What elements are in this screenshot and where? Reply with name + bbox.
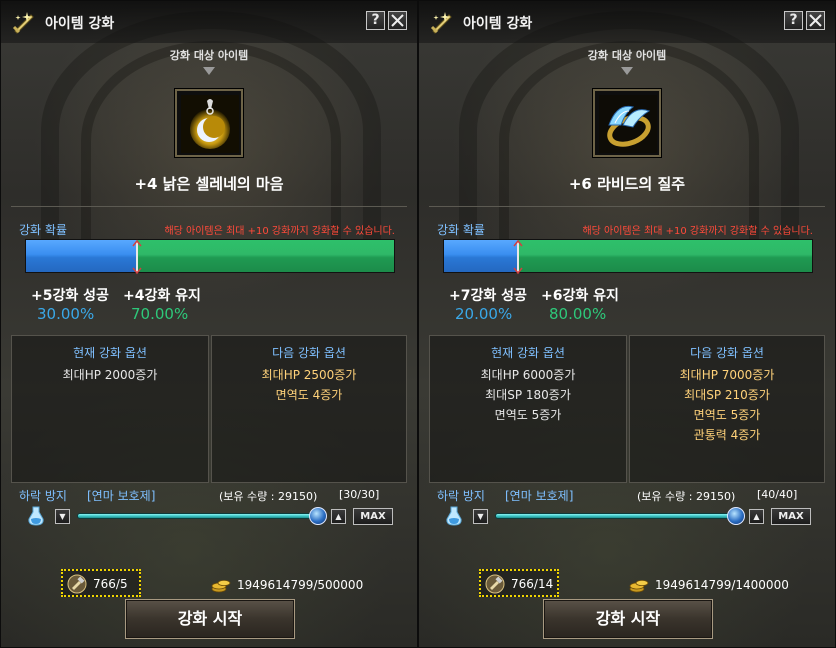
next-options-box: 다음 강화 옵션 최대HP 2500증가 면역도 4증가 [211,335,407,483]
next-option-line: 면역도 5증가 [693,408,761,422]
item-name: +4 낡은 셀레네의 마음 [134,175,284,193]
next-option-line: 면역도 4증가 [275,388,343,402]
zeny-text: 1949614799/1400000 [655,578,789,592]
current-option-line: 최대HP 6000증가 [480,368,576,382]
slider-handle[interactable] [727,507,745,525]
hammer-coupon-icon [67,574,87,594]
title-bar[interactable]: 아이템 강화 ? [419,1,835,43]
zeny-text: 1949614799/500000 [237,578,364,592]
keep-percent: 80.00% [549,305,607,323]
window-title: 아이템 강화 [463,16,533,32]
success-percent: 30.00% [37,305,95,323]
current-option-line: 최대HP 2000증가 [62,368,158,382]
help-button[interactable]: ? [366,11,385,30]
hammer-coupon-icon [485,574,505,594]
cost-display: 766/5 [61,569,141,597]
success-label: +5강화 성공 [31,288,109,304]
rate-label: 강화 확률 [19,223,67,237]
use-count: [30/30] [339,488,380,501]
current-options-title: 현재 강화 옵션 [491,346,565,360]
keep-label: +4강화 유지 [123,288,201,304]
protect-label: 하락 방지 [437,489,485,503]
wing-ring-item-icon [599,95,657,153]
close-button[interactable] [388,11,407,30]
arrow-down-icon: ▼ [477,512,484,521]
start-enchant-button[interactable]: 강화 시작 [543,599,713,639]
zeny-coins-icon [211,580,231,593]
protect-item-name: [연마 보호제] [505,489,574,503]
decrease-button[interactable]: ▼ [55,509,70,524]
increase-button[interactable]: ▲ [749,509,764,524]
success-fill [444,240,518,272]
use-count: [40/40] [757,488,798,501]
protect-label: 하락 방지 [19,489,67,503]
close-button[interactable] [806,11,825,30]
arrow-up-icon: ▲ [753,512,760,521]
slider-handle[interactable] [309,507,327,525]
next-options-box: 다음 강화 옵션 최대HP 7000증가 최대SP 210증가 면역도 5증가 … [629,335,825,483]
rate-warning: 해당 아이템은 최대 +10 강화까지 강화할 수 있습니다. [582,226,813,237]
close-icon [809,14,822,27]
rate-bar [443,239,813,273]
held-quantity: (보유 수량 : 29150) [219,490,318,503]
next-options-title: 다음 강화 옵션 [272,346,346,360]
target-item-label: 강화 대상 아이템 [169,49,249,62]
current-options-box: 현재 강화 옵션 최대HP 2000증가 [11,335,209,483]
keep-label: +6강화 유지 [541,288,619,304]
down-arrow-indicator [621,67,633,75]
arrow-down-icon: ▼ [59,512,66,521]
protect-amount-slider[interactable] [77,513,323,519]
next-option-line: 관통력 4증가 [693,428,761,442]
success-fill [26,240,137,272]
title-bar[interactable]: 아이템 강화 ? [1,1,417,43]
rate-divider-marker [513,239,523,275]
rate-label: 강화 확률 [437,223,485,237]
rate-bar [25,239,395,273]
current-options-box: 현재 강화 옵션 최대HP 6000증가 최대SP 180증가 면역도 5증가 [429,335,627,483]
success-percent: 20.00% [455,305,513,323]
next-option-line: 최대HP 7000증가 [679,368,775,382]
next-option-line: 최대HP 2500증가 [261,368,357,382]
start-enchant-button[interactable]: 강화 시작 [125,599,295,639]
potion-icon[interactable] [443,505,465,527]
target-item-slot[interactable] [175,89,243,157]
protect-item-name: [연마 보호제] [87,489,156,503]
enchant-window-right: 아이템 강화 ? 강화 대상 아이템 +6 라비드의 질주 강화 확률 해당 아… [418,0,836,648]
rate-warning: 해당 아이템은 최대 +10 강화까지 강화할 수 있습니다. [164,226,395,237]
current-option-line: 최대SP 180증가 [485,388,571,402]
moon-pendant-item-icon [181,95,239,153]
window-title: 아이템 강화 [45,16,115,32]
cost-display: 766/14 [479,569,559,597]
close-icon [391,14,404,27]
potion-icon[interactable] [25,505,47,527]
target-item-slot[interactable] [593,89,661,157]
rate-divider-marker [132,239,142,275]
target-item-label: 강화 대상 아이템 [587,49,667,62]
increase-button[interactable]: ▲ [331,509,346,524]
next-options-title: 다음 강화 옵션 [690,346,764,360]
max-button[interactable]: MAX [353,508,393,525]
decrease-button[interactable]: ▼ [473,509,488,524]
arrow-up-icon: ▲ [335,512,342,521]
cost-text: 766/14 [511,577,554,591]
keep-percent: 70.00% [131,305,189,323]
current-options-title: 현재 강화 옵션 [73,346,147,360]
divider [429,206,825,207]
protect-amount-slider[interactable] [495,513,741,519]
sword-enchant-icon [12,12,34,34]
down-arrow-indicator [203,67,215,75]
sword-enchant-icon [430,12,452,34]
next-option-line: 최대SP 210증가 [684,388,770,402]
max-button[interactable]: MAX [771,508,811,525]
cost-text: 766/5 [93,577,128,591]
success-label: +7강화 성공 [449,288,527,304]
zeny-coins-icon [629,580,649,593]
held-quantity: (보유 수량 : 29150) [637,490,736,503]
divider [11,206,407,207]
help-button[interactable]: ? [784,11,803,30]
item-name: +6 라비드의 질주 [568,175,686,193]
enchant-window-left: 아이템 강화 ? 강화 대상 아이템 +4 낡은 셀레네의 마음 강화 확률 해… [0,0,418,648]
current-option-line: 면역도 5증가 [494,408,562,422]
